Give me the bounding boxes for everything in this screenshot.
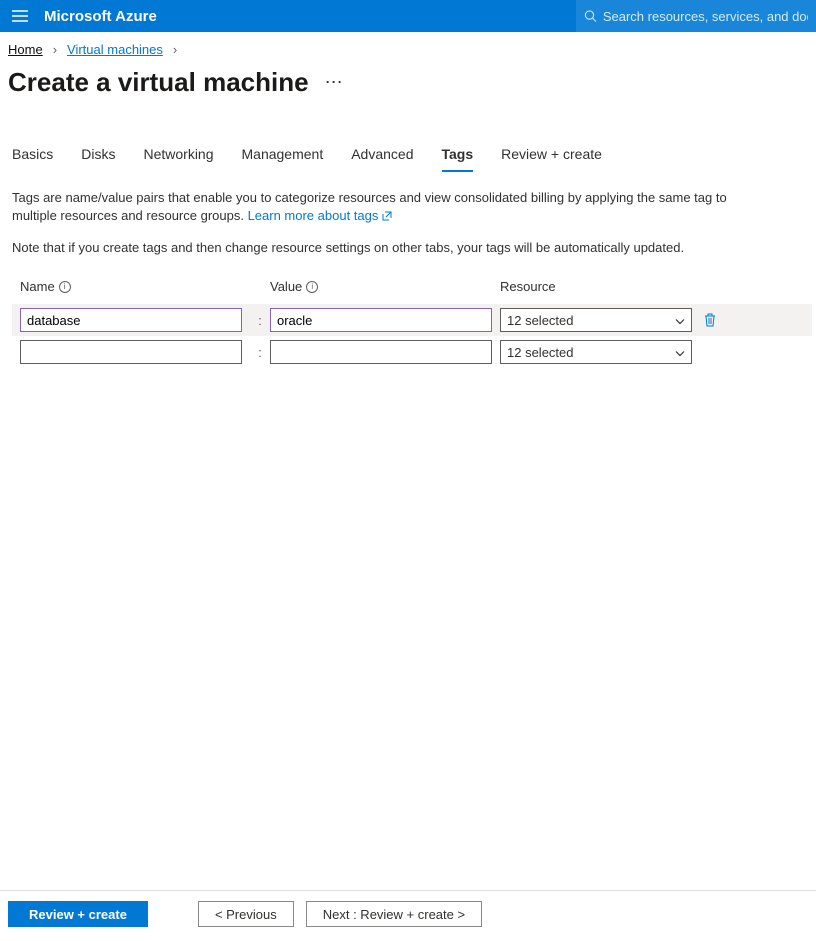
breadcrumb: Home › Virtual machines › bbox=[0, 32, 816, 57]
info-icon[interactable]: i bbox=[306, 281, 318, 293]
page-title-row: Create a virtual machine ⋯ bbox=[0, 57, 816, 98]
tag-row: : 12 selected bbox=[12, 304, 812, 336]
review-create-button[interactable]: Review + create bbox=[8, 901, 148, 927]
tab-management[interactable]: Management bbox=[242, 142, 324, 172]
tab-disks[interactable]: Disks bbox=[81, 142, 115, 172]
previous-button[interactable]: < Previous bbox=[198, 901, 294, 927]
tag-resource-select[interactable]: 12 selected bbox=[500, 308, 692, 332]
tab-basics[interactable]: Basics bbox=[12, 142, 53, 172]
col-value-header: Value i bbox=[270, 279, 500, 294]
col-name-header: Name i bbox=[20, 279, 250, 294]
page-title: Create a virtual machine bbox=[8, 67, 309, 98]
chevron-right-icon: › bbox=[53, 42, 57, 57]
hamburger-icon bbox=[12, 10, 28, 22]
tags-description: Tags are name/value pairs that enable yo… bbox=[0, 173, 780, 226]
colon-separator: : bbox=[250, 345, 270, 360]
tag-name-input[interactable] bbox=[20, 308, 242, 332]
tags-note: Note that if you create tags and then ch… bbox=[0, 226, 780, 255]
tag-value-input[interactable] bbox=[270, 308, 492, 332]
external-link-icon bbox=[382, 208, 392, 226]
tab-advanced[interactable]: Advanced bbox=[351, 142, 413, 172]
tag-headers: Name i Value i Resource bbox=[20, 279, 804, 304]
info-icon[interactable]: i bbox=[59, 281, 71, 293]
global-search[interactable] bbox=[576, 0, 816, 32]
breadcrumb-home[interactable]: Home bbox=[8, 42, 43, 57]
tag-resource-select[interactable]: 12 selected bbox=[500, 340, 692, 364]
colon-separator: : bbox=[250, 313, 270, 328]
tag-name-input[interactable] bbox=[20, 340, 242, 364]
col-resource-header: Resource bbox=[500, 279, 700, 294]
chevron-down-icon bbox=[675, 345, 685, 360]
trash-icon bbox=[703, 312, 717, 328]
breadcrumb-virtual-machines[interactable]: Virtual machines bbox=[67, 42, 163, 57]
brand-label: Microsoft Azure bbox=[40, 8, 157, 25]
learn-more-link[interactable]: Learn more about tags bbox=[248, 208, 392, 223]
footer-action-bar: Review + create < Previous Next : Review… bbox=[0, 890, 816, 941]
hamburger-menu[interactable] bbox=[0, 0, 40, 32]
search-icon bbox=[584, 9, 597, 23]
tab-tags[interactable]: Tags bbox=[442, 142, 474, 172]
tag-row: : 12 selected bbox=[20, 336, 804, 368]
more-actions-button[interactable]: ⋯ bbox=[325, 72, 345, 93]
delete-tag-button[interactable] bbox=[700, 310, 720, 330]
chevron-right-icon: › bbox=[173, 42, 177, 57]
next-button[interactable]: Next : Review + create > bbox=[306, 901, 482, 927]
tag-table: Name i Value i Resource : 12 selected : bbox=[0, 255, 816, 368]
tabs: Basics Disks Networking Management Advan… bbox=[0, 98, 816, 173]
tag-value-input[interactable] bbox=[270, 340, 492, 364]
tab-review[interactable]: Review + create bbox=[501, 142, 602, 172]
chevron-down-icon bbox=[675, 313, 685, 328]
search-input[interactable] bbox=[603, 9, 808, 24]
tab-networking[interactable]: Networking bbox=[143, 142, 213, 172]
top-bar: Microsoft Azure bbox=[0, 0, 816, 32]
